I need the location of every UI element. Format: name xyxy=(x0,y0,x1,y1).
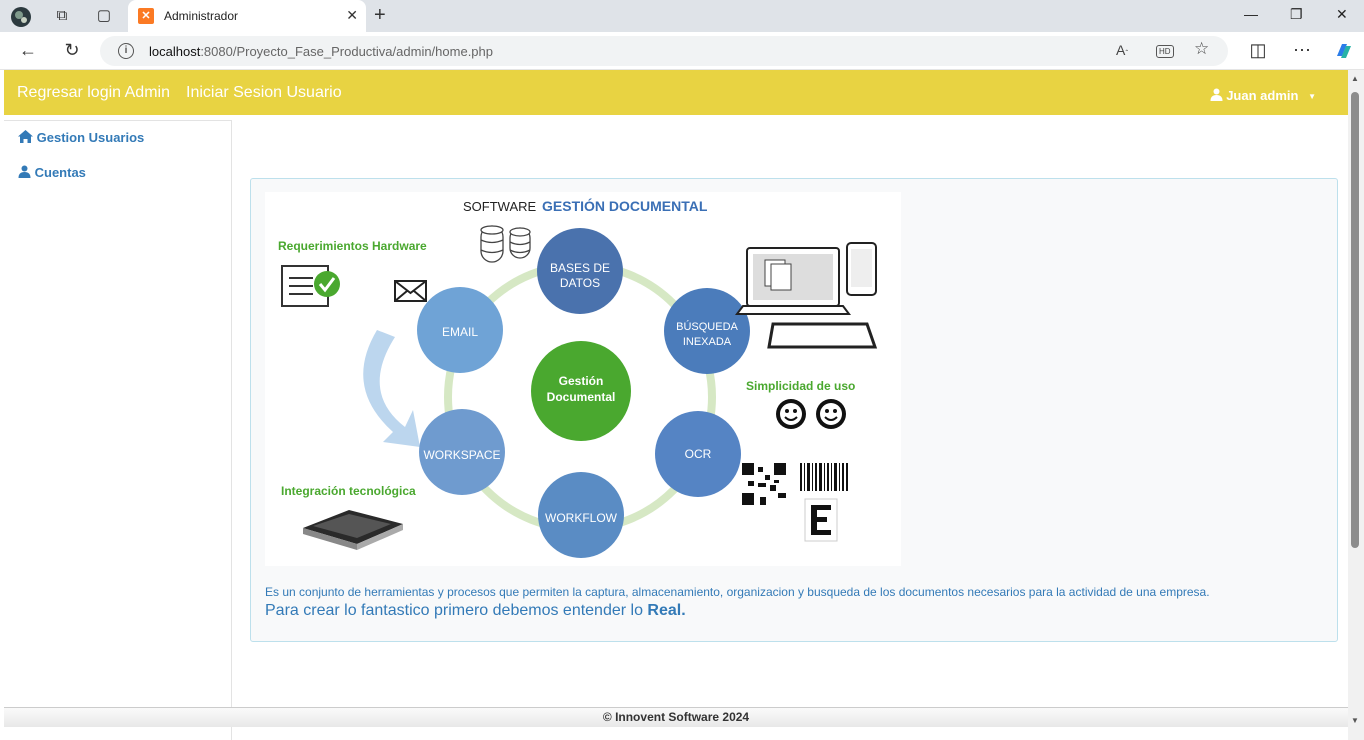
user-icon xyxy=(1210,88,1227,103)
back-icon[interactable]: ← xyxy=(16,40,40,61)
sidebar-item-label: Cuentas xyxy=(34,165,86,180)
diagram-title-main: GESTIÓN DOCUMENTAL xyxy=(542,197,708,214)
url-path: :8080/Proyecto_Fase_Productiva/admin/hom… xyxy=(200,44,493,59)
user-dropdown[interactable]: Juan admin ▼ xyxy=(1210,88,1316,103)
svg-text:OCR: OCR xyxy=(685,447,712,461)
workspaces-icon[interactable]: ⧉ xyxy=(52,6,72,26)
document-check-icon xyxy=(281,265,340,307)
svg-text:DATOS: DATOS xyxy=(560,276,600,290)
svg-text:BÚSQUEDA: BÚSQUEDA xyxy=(676,320,738,333)
browser-tab-bar: ⧉ ▢ ✕ Administrador ✕ + — ❐ ✕ xyxy=(0,0,1364,32)
node-busqueda-inexada: BÚSQUEDA INEXADA xyxy=(664,288,750,374)
top-navbar: Regresar login Admin Iniciar Sesion Usua… xyxy=(4,70,1348,115)
qr-code-icon xyxy=(742,463,786,505)
caret-down-icon: ▼ xyxy=(1308,92,1316,102)
scroll-up-icon[interactable]: ▲ xyxy=(1351,74,1359,83)
user-icon xyxy=(18,165,35,180)
browser-tab-active[interactable]: ✕ Administrador ✕ xyxy=(128,0,366,32)
scanner-icon xyxy=(303,510,403,550)
smiley-icons xyxy=(776,399,846,429)
hd-icon[interactable]: HD xyxy=(1156,45,1174,58)
node-workspace: WORKSPACE xyxy=(419,409,505,495)
sidebar-item-label: Gestion Usuarios xyxy=(36,130,145,145)
new-tab-icon[interactable]: + xyxy=(374,4,386,27)
label-requerimientos-hardware: Requerimientos Hardware xyxy=(278,239,427,253)
url-host: localhost xyxy=(149,44,201,59)
footer: © Innovent Software 2024 xyxy=(4,707,1348,727)
minimize-icon[interactable]: — xyxy=(1244,6,1258,22)
sidebar-item-gestion-usuarios[interactable]: Gestion Usuarios xyxy=(18,130,144,145)
site-info-icon[interactable]: i xyxy=(118,43,134,59)
barcode-icon xyxy=(800,463,848,491)
url-input[interactable]: i localhost:8080/Proyecto_Fase_Productiv… xyxy=(100,36,1228,66)
laptop-icon xyxy=(735,247,851,315)
regresar-login-admin-link[interactable]: Regresar login Admin xyxy=(17,84,170,102)
letter-grid-icon xyxy=(804,498,838,542)
url-text: localhost:8080/Proyecto_Fase_Productiva/… xyxy=(149,44,493,59)
node-workflow: WORKFLOW xyxy=(538,472,624,558)
node-ocr: OCR xyxy=(655,411,741,497)
sidebar: Gestion Usuarios Cuentas xyxy=(4,120,232,740)
quote-text: Para crear lo fantastico primero debemos… xyxy=(265,602,648,619)
phone-icon xyxy=(846,242,877,296)
gestion-documental-diagram: SOFTWARE GESTIÓN DOCUMENTAL Gestión Docu… xyxy=(265,192,901,566)
web-page: Regresar login Admin Iniciar Sesion Usua… xyxy=(4,70,1348,740)
close-window-icon[interactable]: ✕ xyxy=(1336,6,1348,23)
node-bases-de-datos: BASES DE DATOS xyxy=(537,228,623,314)
content-panel: SOFTWARE GESTIÓN DOCUMENTAL Gestión Docu… xyxy=(250,178,1338,642)
home-icon xyxy=(18,130,37,145)
svg-text:WORKSPACE: WORKSPACE xyxy=(423,448,500,462)
svg-text:EMAIL: EMAIL xyxy=(442,325,478,339)
label-simplicidad-de-uso: Simplicidad de uso xyxy=(746,379,855,393)
label-integracion-tecnologica: Integración tecnológica xyxy=(281,484,416,498)
database-icon xyxy=(480,225,531,263)
panel-description: Es un conjunto de herramientas y proceso… xyxy=(265,585,1210,599)
split-screen-icon[interactable]: ◫ xyxy=(1246,40,1270,61)
envelope-icon xyxy=(394,280,427,302)
restore-icon[interactable]: ❐ xyxy=(1290,6,1303,23)
flow-arrow-icon xyxy=(363,330,420,447)
diagram-title-prefix: SOFTWARE xyxy=(463,199,537,214)
xampp-favicon-icon: ✕ xyxy=(138,8,154,24)
tablet-icon xyxy=(767,322,878,349)
iniciar-sesion-usuario-link[interactable]: Iniciar Sesion Usuario xyxy=(186,84,342,102)
center-line-1: Gestión xyxy=(559,374,604,388)
profile-avatar-icon[interactable] xyxy=(10,6,31,27)
read-aloud-icon[interactable]: Aꞈ xyxy=(1116,42,1128,58)
center-line-2: Documental xyxy=(547,390,616,404)
browser-address-bar: ← ↻ i localhost:8080/Proyecto_Fase_Produ… xyxy=(0,32,1364,70)
tab-title: Administrador xyxy=(164,9,239,23)
svg-text:BASES DE: BASES DE xyxy=(550,261,610,275)
panel-quote: Para crear lo fantastico primero debemos… xyxy=(265,602,686,620)
page-scrollbar[interactable]: ▲ ▼ xyxy=(1348,70,1364,740)
more-menu-icon[interactable]: ⋯ xyxy=(1290,40,1314,61)
svg-text:WORKFLOW: WORKFLOW xyxy=(545,511,618,525)
node-email: EMAIL xyxy=(417,287,503,373)
copilot-icon[interactable] xyxy=(1332,40,1356,67)
reload-icon[interactable]: ↻ xyxy=(60,40,84,61)
tab-actions-icon[interactable]: ▢ xyxy=(94,6,114,26)
scroll-thumb[interactable] xyxy=(1351,92,1359,548)
sidebar-item-cuentas[interactable]: Cuentas xyxy=(18,165,86,180)
user-name: Juan admin xyxy=(1226,88,1299,103)
scroll-down-icon[interactable]: ▼ xyxy=(1351,716,1359,725)
svg-text:INEXADA: INEXADA xyxy=(683,336,732,348)
favorite-star-icon[interactable]: ☆ xyxy=(1194,39,1209,59)
tab-close-icon[interactable]: ✕ xyxy=(346,7,358,24)
quote-bold: Real. xyxy=(647,602,686,619)
